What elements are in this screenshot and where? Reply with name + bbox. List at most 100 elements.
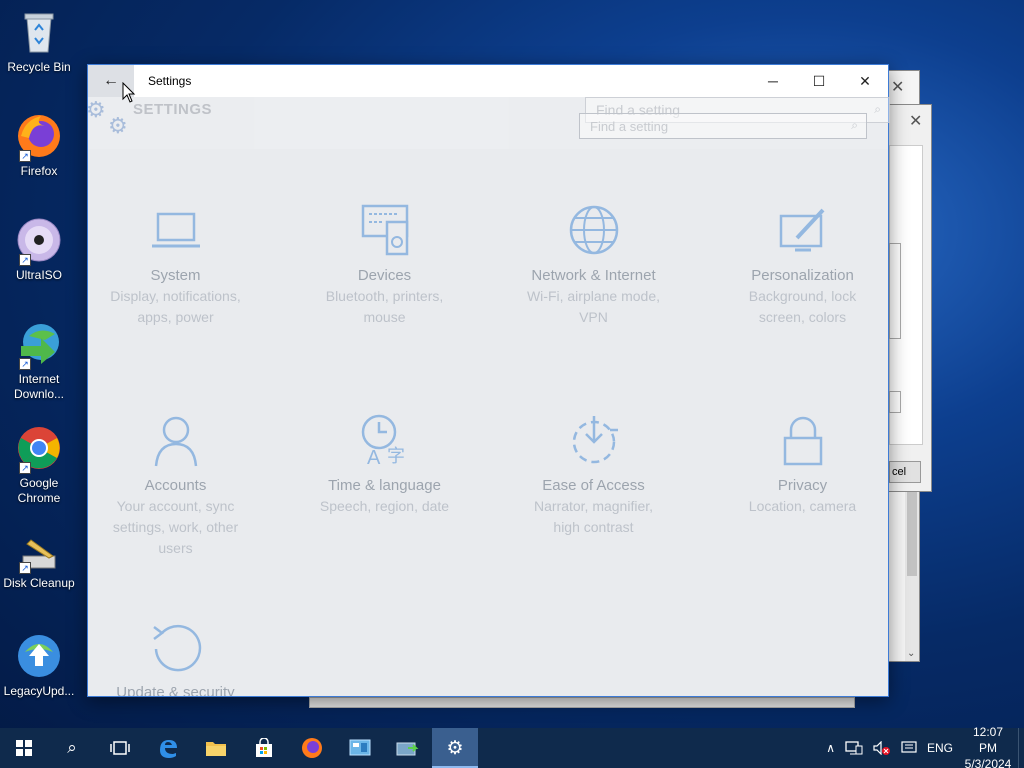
edge-icon <box>160 740 177 758</box>
tile-system[interactable]: System Display, notifications, apps, pow… <box>88 201 263 328</box>
desktop-icon-disk-cleanup[interactable]: ↗ Disk Cleanup <box>0 536 78 591</box>
tile-network[interactable]: Network & Internet Wi-Fi, airplane mode,… <box>506 201 681 328</box>
settings-header: ⚙ ⚙ SETTINGS Find a setting ⌕ Find a set… <box>86 97 890 149</box>
control-panel-icon <box>349 739 371 756</box>
desktop-icon-label: LegacyUpd... <box>3 684 75 698</box>
gear-icon: ⚙ <box>446 737 464 759</box>
firefox-icon <box>302 738 322 758</box>
tile-description: Speech, region, date <box>319 498 450 514</box>
minimize-button[interactable]: ─ <box>750 65 796 97</box>
window-title: Settings <box>148 74 192 88</box>
desktop-icon-label: Google Chrome <box>17 476 61 505</box>
tile-title: Accounts <box>144 477 207 494</box>
taskbar-file-explorer[interactable] <box>192 728 240 768</box>
update-icon <box>88 618 263 676</box>
tile-ease-of-access[interactable]: Ease of Access Narrator, magnifier, high… <box>506 411 681 538</box>
tile-update-security[interactable]: Update & security <box>88 618 263 696</box>
tile-title: Network & Internet <box>531 267 656 284</box>
tile-title: Time & language <box>328 477 441 494</box>
internet-download-manager-icon: ↗ <box>15 320 63 370</box>
desktop-icon-recycle-bin[interactable]: Recycle Bin <box>0 8 78 75</box>
tile-title: Personalization <box>751 267 854 284</box>
maximize-button[interactable]: ☐ <box>796 65 842 97</box>
close-button[interactable]: ✕ <box>842 65 888 97</box>
ultraiso-icon: ↗ <box>15 216 63 266</box>
network-icon[interactable] <box>840 728 868 768</box>
tile-privacy[interactable]: Privacy Location, camera <box>715 411 890 517</box>
tile-description: Display, notifications, apps, power <box>110 288 241 325</box>
desktop-icon-legacyupdate[interactable]: LegacyUpd... <box>0 632 78 699</box>
tile-description: Narrator, magnifier, high contrast <box>533 498 654 535</box>
taskbar-app-2[interactable] <box>384 728 432 768</box>
tile-devices[interactable]: Devices Bluetooth, printers, mouse <box>297 201 472 328</box>
show-desktop-button[interactable] <box>1018 728 1024 768</box>
close-icon[interactable]: ✕ <box>891 77 904 97</box>
store-icon <box>256 738 272 757</box>
taskbar-settings[interactable]: ⚙ <box>432 728 478 768</box>
task-view-button[interactable] <box>96 728 144 768</box>
shortcut-arrow-icon: ↗ <box>19 462 31 474</box>
taskbar-edge[interactable] <box>144 728 192 768</box>
person-icon <box>88 411 263 469</box>
field-box[interactable] <box>889 391 901 413</box>
paintbrush-icon <box>715 201 890 259</box>
background-dialog-front: ✕ cel <box>888 104 932 492</box>
desktop-icon-idm[interactable]: ↗ Internet Downlo... <box>0 320 78 402</box>
tile-title: Update & security <box>116 684 235 696</box>
tile-title: Ease of Access <box>542 477 645 494</box>
chevron-down-icon[interactable]: ⌄ <box>907 648 915 659</box>
clock[interactable]: 12:07 PM 5/3/2024 <box>958 725 1018 768</box>
desktop-icon-label: Firefox <box>20 164 58 178</box>
firefox-icon: ↗ <box>15 112 63 162</box>
taskbar-store[interactable] <box>240 728 288 768</box>
chevron-up-icon[interactable]: ∧ <box>821 728 840 768</box>
search-icon: ⌕ <box>851 118 858 132</box>
notification-icon[interactable] <box>896 728 922 768</box>
clock-time: 12:07 PM <box>972 725 1004 755</box>
cancel-button[interactable]: cel <box>889 461 921 483</box>
tile-time-language[interactable]: A字 Time & language Speech, region, date <box>297 411 472 517</box>
scrollbar[interactable]: ⌄ <box>905 491 919 661</box>
system-tray: ∧ ENG 12:07 PM 5/3/2024 <box>821 725 1024 768</box>
shortcut-arrow-icon: ↗ <box>19 562 31 574</box>
disk-cleanup-icon: ↗ <box>15 536 63 574</box>
taskbar-firefox[interactable] <box>288 728 336 768</box>
taskbar: ⌕ ⚙ ∧ ENG 12:07 PM 5/3/2024 <box>0 725 1024 768</box>
start-button[interactable] <box>0 728 48 768</box>
tile-description: Location, camera <box>748 498 857 514</box>
tile-description: Bluetooth, printers, mouse <box>325 288 444 325</box>
desktop-icon-chrome[interactable]: ↗ Google Chrome <box>0 424 78 506</box>
scrollbar-thumb[interactable] <box>907 491 917 576</box>
title-bar[interactable]: ← Settings ─ ☐ ✕ <box>88 65 888 97</box>
desktop-icon-label: Disk Cleanup <box>3 576 75 590</box>
desktop-icon-label: Internet Downlo... <box>13 372 65 401</box>
svg-text:字: 字 <box>387 446 405 467</box>
devices-icon <box>297 201 472 259</box>
close-icon[interactable]: ✕ <box>909 111 922 131</box>
tile-title: Devices <box>357 267 412 284</box>
tile-personalization[interactable]: Personalization Background, lock screen,… <box>715 201 890 328</box>
tile-title: Privacy <box>777 477 828 494</box>
shortcut-arrow-icon: ↗ <box>19 254 31 266</box>
dropdown-box[interactable] <box>889 243 901 339</box>
language-indicator[interactable]: ENG <box>922 728 958 768</box>
shortcut-arrow-icon: ↗ <box>19 358 31 370</box>
desktop-icon-firefox[interactable]: ↗ Firefox <box>0 112 78 179</box>
gear-icon: ⚙ <box>108 113 128 138</box>
search-icon: ⌕ <box>874 102 881 116</box>
clock-date: 5/3/2024 <box>964 757 1012 768</box>
arrow-left-icon: ← <box>103 72 119 89</box>
volume-muted-icon[interactable] <box>868 728 896 768</box>
desktop-icon-ultraiso[interactable]: ↗ UltraISO <box>0 216 78 283</box>
settings-window: ← Settings ─ ☐ ✕ ⚙ ⚙ SETTINGS Find a set… <box>86 64 890 697</box>
folder-icon <box>206 742 226 756</box>
search-button[interactable]: ⌕ <box>48 728 96 768</box>
tile-accounts[interactable]: Accounts Your account, sync settings, wo… <box>88 411 263 559</box>
tile-title: System <box>150 267 201 284</box>
search-placeholder: Find a setting <box>590 119 669 134</box>
laptop-icon <box>88 201 263 259</box>
gear-icon: ⚙ <box>86 97 106 122</box>
tile-description: Background, lock screen, colors <box>748 288 857 325</box>
taskbar-app-1[interactable] <box>336 728 384 768</box>
search-input-ghost[interactable]: Find a setting ⌕ <box>579 113 867 139</box>
